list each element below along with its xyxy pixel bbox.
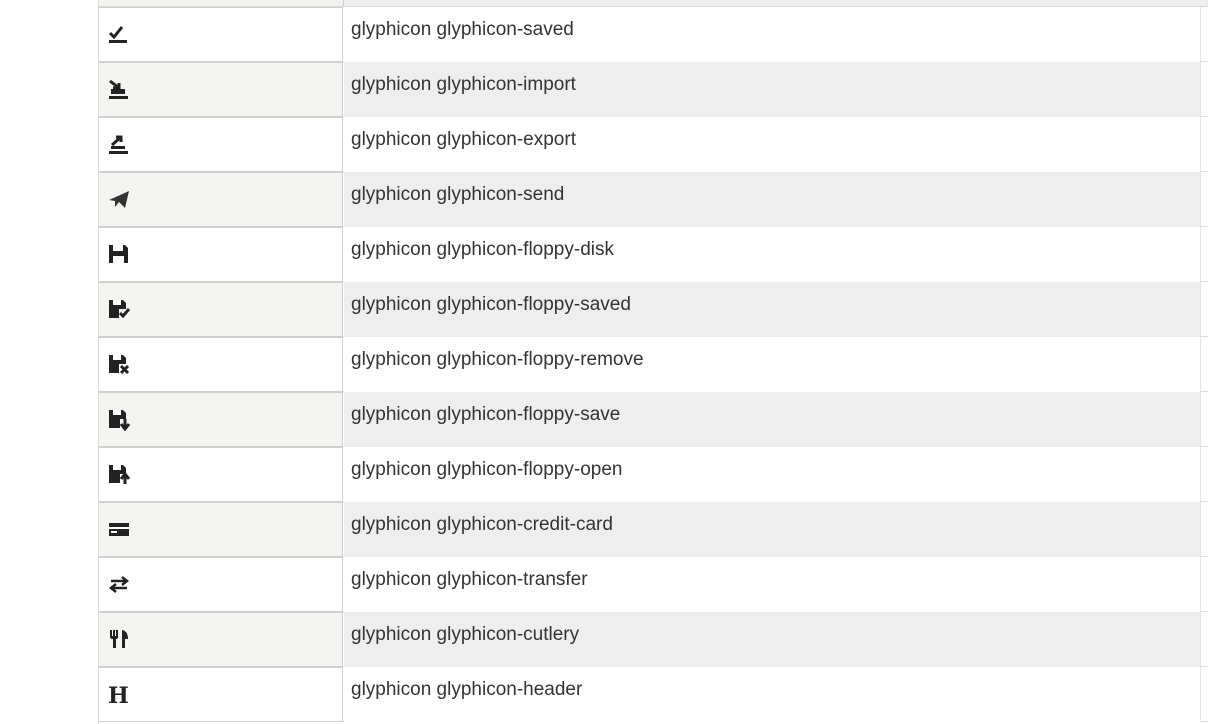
floppy-open-icon	[107, 462, 131, 486]
icon-cell	[99, 117, 343, 172]
icon-cell	[99, 612, 343, 667]
table-row: glyphicon glyphicon-floppy-saved	[99, 282, 1208, 337]
glyphicon-table: glyphicon glyphicon-saved glyphicon glyp…	[98, 0, 1208, 724]
class-name: glyphicon glyphicon-cutlery	[344, 612, 1201, 667]
table-row: glyphicon glyphicon-export	[99, 117, 1208, 172]
table-row: glyphicon glyphicon-floppy-open	[99, 447, 1208, 502]
table-row: glyphicon glyphicon-floppy-disk	[99, 227, 1208, 282]
class-name: glyphicon glyphicon-transfer	[344, 557, 1201, 612]
saved-icon	[107, 22, 131, 46]
table-row: glyphicon glyphicon-cutlery	[99, 612, 1208, 667]
credit-card-icon	[107, 517, 131, 541]
class-name: glyphicon glyphicon-floppy-disk	[344, 227, 1201, 282]
class-name: glyphicon glyphicon-floppy-save	[344, 392, 1201, 447]
transfer-icon	[107, 572, 131, 596]
cutlery-icon	[107, 627, 131, 651]
floppy-saved-icon	[107, 297, 131, 321]
export-icon	[107, 132, 131, 156]
table-row: glyphicon glyphicon-send	[99, 172, 1208, 227]
import-icon	[107, 77, 131, 101]
svg-text:H: H	[108, 683, 129, 706]
icon-cell	[99, 337, 343, 392]
class-name: glyphicon glyphicon-credit-card	[344, 502, 1201, 557]
class-name: glyphicon glyphicon-saved	[344, 7, 1201, 62]
class-name: glyphicon glyphicon-floppy-open	[344, 447, 1201, 502]
table-row: glyphicon glyphicon-saved	[99, 7, 1208, 62]
class-name: glyphicon glyphicon-header	[344, 667, 1201, 722]
header-icon: H	[107, 682, 131, 706]
icon-cell	[99, 172, 343, 227]
icon-cell	[99, 557, 343, 612]
table-row: glyphicon glyphicon-transfer	[99, 557, 1208, 612]
class-name: glyphicon glyphicon-floppy-saved	[344, 282, 1201, 337]
icon-cell	[99, 392, 343, 447]
icon-cell	[99, 227, 343, 282]
class-name: glyphicon glyphicon-export	[344, 117, 1201, 172]
icon-cell	[99, 7, 343, 62]
icon-cell: H	[99, 667, 343, 722]
icon-cell	[99, 282, 343, 337]
table-row: glyphicon glyphicon-floppy-save	[99, 392, 1208, 447]
table-row: glyphicon glyphicon-floppy-remove	[99, 337, 1208, 392]
icon-cell	[99, 502, 343, 557]
table-row: glyphicon glyphicon-import	[99, 62, 1208, 117]
table-row: glyphicon glyphicon-credit-card	[99, 502, 1208, 557]
floppy-disk-icon	[107, 242, 131, 266]
previous-row-edge	[99, 0, 1208, 7]
class-name: glyphicon glyphicon-import	[344, 62, 1201, 117]
icon-cell	[99, 62, 343, 117]
floppy-remove-icon	[107, 352, 131, 376]
icon-cell	[99, 447, 343, 502]
class-name: glyphicon glyphicon-floppy-remove	[344, 337, 1201, 392]
previous-row-icon-cell	[99, 0, 344, 6]
floppy-save-icon	[107, 407, 131, 431]
table-row: H glyphicon glyphicon-header	[99, 667, 1208, 722]
class-name: glyphicon glyphicon-send	[344, 172, 1201, 227]
send-icon	[107, 187, 131, 211]
